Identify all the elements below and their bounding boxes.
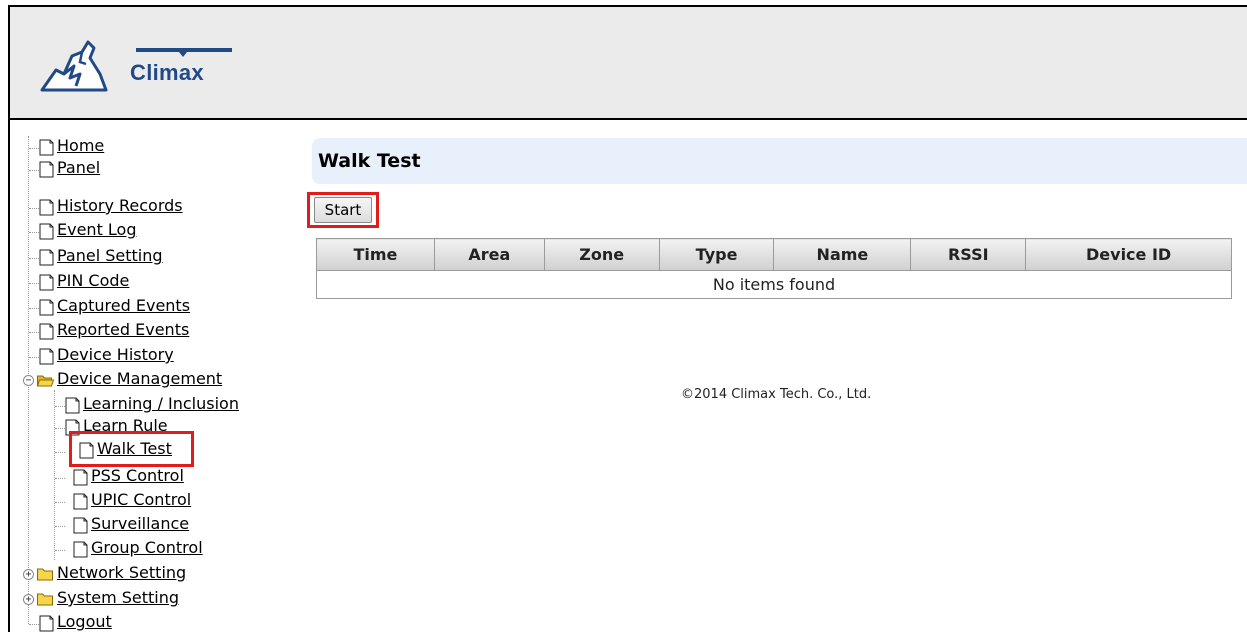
table-header-row: Time Area Zone Type Name RSSI Device ID (316, 238, 1232, 271)
nav-link-group-control[interactable]: Group Control (91, 538, 203, 558)
document-icon (39, 249, 54, 266)
walk-test-table: Time Area Zone Type Name RSSI Device ID … (316, 238, 1232, 299)
tree-connector (54, 390, 55, 560)
nav-item-pin-code[interactable]: PIN Code (38, 271, 129, 295)
column-header-device-id[interactable]: Device ID (1025, 238, 1232, 271)
page-title-bar: Walk Test (312, 138, 1247, 184)
nav-link-pss-control[interactable]: PSS Control (91, 466, 184, 486)
column-header-rssi[interactable]: RSSI (910, 238, 1027, 271)
column-header-name[interactable]: Name (773, 238, 912, 271)
nav-link-device-management[interactable]: Device Management (57, 369, 222, 389)
tree-connector (55, 550, 65, 551)
collapse-toggle-icon[interactable]: − (23, 375, 34, 386)
brand-name: Climax (130, 60, 204, 85)
nav-item-group-control[interactable]: Group Control (72, 538, 203, 562)
start-button-highlight (307, 192, 379, 228)
document-icon (73, 469, 88, 486)
nav-item-pss-control[interactable]: PSS Control (72, 466, 184, 490)
document-icon (39, 139, 54, 156)
nav-item-reported-events[interactable]: Reported Events (38, 320, 189, 344)
document-icon (39, 323, 54, 340)
column-header-time[interactable]: Time (316, 238, 435, 271)
nav-link-event-log[interactable]: Event Log (57, 220, 137, 240)
nav-item-network-setting[interactable]: Network Setting (36, 563, 186, 587)
column-header-area[interactable]: Area (433, 238, 545, 271)
document-icon (39, 199, 54, 216)
empty-table-message: No items found (316, 270, 1232, 299)
document-icon (39, 274, 54, 291)
expand-toggle-icon[interactable]: + (23, 594, 34, 605)
document-icon (39, 615, 54, 632)
column-header-type[interactable]: Type (658, 238, 775, 271)
document-icon (39, 299, 54, 316)
page-title: Walk Test (318, 150, 421, 172)
nav-link-upic-control[interactable]: UPIC Control (91, 490, 191, 510)
expand-toggle-icon[interactable]: + (23, 569, 34, 580)
nav-item-captured-events[interactable]: Captured Events (38, 296, 190, 320)
document-icon (65, 397, 80, 414)
folder-icon (37, 593, 53, 606)
nav-item-learning-inclusion[interactable]: Learning / Inclusion (64, 394, 239, 418)
nav-item-panel-setting[interactable]: Panel Setting (38, 246, 163, 270)
nav-link-device-history[interactable]: Device History (57, 345, 174, 365)
document-icon (39, 348, 54, 365)
nav-item-surveillance[interactable]: Surveillance (72, 514, 189, 538)
nav-item-system-setting[interactable]: System Setting (36, 588, 179, 612)
folder-icon (37, 568, 53, 581)
header: Climax (10, 7, 1247, 120)
nav-link-home[interactable]: Home (57, 136, 104, 156)
nav-link-panel-setting[interactable]: Panel Setting (57, 246, 163, 266)
open-folder-icon (36, 375, 55, 387)
app-frame: Climax Home Panel History Records Event … (8, 5, 1247, 632)
nav-item-panel[interactable]: Panel (38, 158, 100, 182)
nav-item-home[interactable]: Home (38, 136, 104, 160)
nav-link-pin-code[interactable]: PIN Code (57, 271, 129, 291)
nav-item-upic-control[interactable]: UPIC Control (72, 490, 191, 514)
tree-connector (55, 526, 65, 527)
copyright-footer: ©2014 Climax Tech. Co., Ltd. (681, 387, 872, 402)
document-icon (73, 541, 88, 558)
nav-link-network-setting[interactable]: Network Setting (57, 563, 186, 583)
nav-item-history-records[interactable]: History Records (38, 196, 183, 220)
document-icon (73, 493, 88, 510)
nav-link-captured-events[interactable]: Captured Events (57, 296, 190, 316)
table-row: No items found (316, 270, 1232, 299)
nav-link-system-setting[interactable]: System Setting (57, 588, 179, 608)
tree-connector (55, 478, 65, 479)
document-icon (73, 517, 88, 534)
column-header-zone[interactable]: Zone (543, 238, 660, 271)
nav-item-logout[interactable]: Logout (38, 612, 112, 632)
nav-item-device-management[interactable]: Device Management (36, 369, 222, 393)
nav-item-event-log[interactable]: Event Log (38, 220, 137, 244)
navigation-tree: Home Panel History Records Event Log Pan… (10, 128, 310, 632)
walk-test-highlight (69, 431, 194, 467)
nav-link-reported-events[interactable]: Reported Events (57, 320, 189, 340)
tree-connector (55, 452, 65, 453)
tree-connector (55, 502, 65, 503)
nav-link-logout[interactable]: Logout (57, 612, 112, 632)
nav-link-history-records[interactable]: History Records (57, 196, 183, 216)
nav-link-surveillance[interactable]: Surveillance (91, 514, 189, 534)
nav-link-panel[interactable]: Panel (57, 158, 100, 178)
nav-item-device-history[interactable]: Device History (38, 345, 174, 369)
document-icon (39, 223, 54, 240)
nav-link-learning-inclusion[interactable]: Learning / Inclusion (83, 394, 239, 414)
document-icon (39, 161, 54, 178)
climax-logo: Climax (36, 30, 246, 100)
